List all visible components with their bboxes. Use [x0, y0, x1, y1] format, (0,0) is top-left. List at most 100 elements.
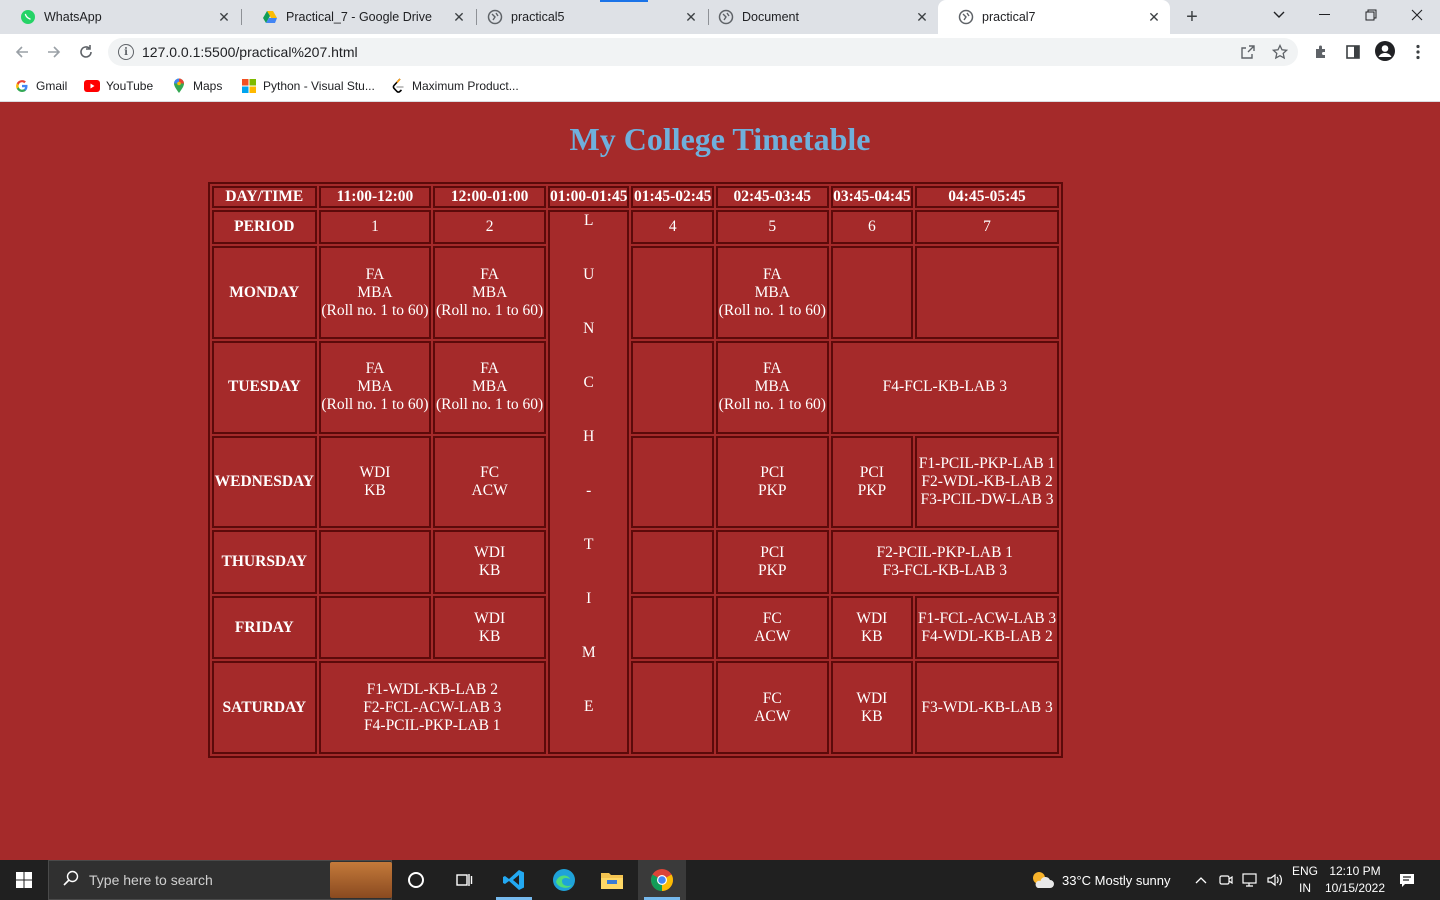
search-highlight-image[interactable] [330, 862, 392, 898]
lunch-letter: I [586, 590, 592, 607]
cell-line: FC [762, 689, 782, 707]
weather-widget[interactable]: 33°C Mostly sunny [1030, 860, 1171, 900]
tab-document[interactable]: Document ✕ [698, 0, 938, 34]
bookmark-youtube[interactable]: YouTube [84, 76, 153, 96]
bookmark-gmail[interactable]: Gmail [14, 76, 67, 96]
cell-line: FA [365, 265, 385, 283]
tab-whatsapp[interactable]: WhatsApp ✕ [0, 0, 240, 34]
bookmark-python-vs[interactable]: Python - Visual Stu... [241, 76, 375, 96]
cell-line: MBA [357, 283, 393, 301]
meet-now-icon[interactable] [1218, 860, 1234, 900]
lunch-time-cell: L U N C H - T I M E [547, 210, 630, 754]
cell-line: WDI [359, 463, 391, 481]
windows-start-icon[interactable] [0, 860, 48, 900]
extensions-puzzle-icon[interactable] [1310, 41, 1332, 63]
bookmarks-bar: Gmail YouTube Maps Python - Visual Stu..… [0, 70, 1440, 102]
forward-button[interactable] [40, 38, 68, 66]
table-row-friday: FRIDAY WDI KB FC ACW WDI KB F1-FCL-ACW-L… [212, 595, 1059, 660]
empty-cell [318, 595, 432, 660]
youtube-icon [84, 78, 100, 94]
close-icon[interactable]: ✕ [683, 9, 699, 25]
clock[interactable]: 12:10 PM 10/15/2022 [1320, 863, 1390, 897]
restore-button[interactable] [1348, 0, 1394, 30]
side-panel-icon[interactable] [1342, 41, 1364, 63]
close-icon[interactable]: ✕ [451, 9, 467, 25]
url-text[interactable]: 127.0.0.1:5500/practical%207.html [142, 44, 358, 60]
tab-google-drive[interactable]: Practical_7 - Google Drive ✕ [242, 0, 475, 34]
class-cell: FC ACW [715, 661, 829, 754]
lab-cell: F1-WDL-KB-LAB 2 F2-FCL-ACW-LAB 3 F4-PCIL… [318, 661, 546, 754]
tab-practical7[interactable]: practical7 ✕ [938, 0, 1170, 34]
table-row-wednesday: WEDNESDAY WDI KB FC ACW PCI PKP PCI PKP … [212, 435, 1059, 529]
whatsapp-icon [20, 9, 36, 25]
header-cell: 02:45-03:45 [715, 186, 829, 208]
language-indicator[interactable]: ENG IN [1290, 863, 1320, 897]
lunch-letter: U [583, 266, 595, 283]
profile-avatar-icon[interactable] [1374, 40, 1396, 62]
cell-line: WDI [856, 689, 888, 707]
cell-line: MBA [471, 283, 508, 301]
bookmark-label: Maximum Product... [412, 79, 519, 93]
tab-search-chevron-icon[interactable] [1256, 0, 1302, 30]
cell-line: F3-PCIL-DW-LAB 3 [920, 490, 1054, 508]
empty-cell [915, 246, 1059, 339]
new-tab-button[interactable]: + [1178, 3, 1206, 31]
cell-line: MBA [754, 378, 790, 396]
back-button[interactable] [8, 38, 36, 66]
show-hidden-icons-chevron-icon[interactable] [1195, 860, 1207, 900]
clock-date: 10/15/2022 [1324, 881, 1386, 895]
cell-line: MBA [357, 378, 393, 396]
cell-line: PKP [758, 562, 787, 580]
notifications-icon[interactable] [1398, 860, 1416, 900]
lunch-letter: H [583, 428, 595, 445]
address-bar[interactable]: i 127.0.0.1:5500/practical%207.html [108, 38, 1298, 66]
tab-title: Document [742, 10, 799, 24]
header-cell: 11:00-12:00 [318, 186, 432, 208]
tab-title: practical5 [511, 10, 565, 24]
edge-icon[interactable] [540, 860, 588, 900]
menu-kebab-icon[interactable] [1407, 41, 1429, 63]
close-window-button[interactable] [1394, 0, 1440, 30]
lab-cell: F4-FCL-KB-LAB 3 [830, 340, 1059, 434]
lunch-letter: T [583, 536, 594, 553]
minimize-button[interactable] [1302, 0, 1348, 30]
empty-cell [631, 246, 714, 339]
bookmark-leetcode[interactable]: Maximum Product... [390, 76, 519, 96]
close-icon[interactable]: ✕ [1146, 9, 1162, 25]
period-cell: 4 [631, 210, 714, 245]
period-cell: 2 [433, 210, 546, 245]
cell-line: F1-PCIL-PKP-LAB 1 [918, 454, 1056, 472]
empty-cell [631, 661, 714, 754]
bookmark-maps[interactable]: Maps [171, 76, 222, 96]
table-row-monday: MONDAY FA MBA (Roll no. 1 to 60) FA MBA … [212, 246, 1059, 339]
bookmark-label: Maps [193, 79, 223, 93]
chrome-icon[interactable] [638, 860, 686, 900]
close-icon[interactable]: ✕ [914, 9, 930, 25]
tab-practical5[interactable]: practical5 ✕ [467, 0, 707, 34]
reload-button[interactable] [72, 38, 100, 66]
tab-strip: WhatsApp ✕ Practical_7 - Google Drive ✕ … [0, 0, 1440, 34]
volume-icon[interactable] [1266, 860, 1284, 900]
network-icon[interactable] [1242, 860, 1260, 900]
bookmark-star-icon[interactable] [1270, 43, 1290, 61]
cell-line: PCI [760, 544, 785, 562]
day-header: SATURDAY [212, 661, 317, 754]
globe-icon [958, 9, 974, 25]
cortana-circle-icon[interactable] [392, 860, 440, 900]
file-explorer-icon[interactable] [588, 860, 636, 900]
page-title: My College Timetable [569, 121, 871, 157]
day-header: WEDNESDAY [212, 435, 317, 529]
header-cell: DAY/TIME [212, 186, 317, 208]
day-header: THURSDAY [212, 530, 317, 594]
vscode-icon[interactable] [490, 860, 538, 900]
bookmark-label: Python - Visual Stu... [263, 79, 375, 93]
search-placeholder: Type here to search [89, 872, 213, 888]
info-icon[interactable]: i [118, 44, 134, 60]
task-view-icon[interactable] [440, 860, 488, 900]
table-row-tuesday: TUESDAY FA MBA (Roll no. 1 to 60) FA MBA… [212, 340, 1059, 434]
cell-line: WDI [856, 609, 888, 627]
cell-line: PKP [857, 481, 887, 499]
close-icon[interactable]: ✕ [216, 9, 232, 25]
share-icon[interactable] [1238, 43, 1258, 61]
header-cell: 01:00-01:45 [547, 186, 630, 208]
